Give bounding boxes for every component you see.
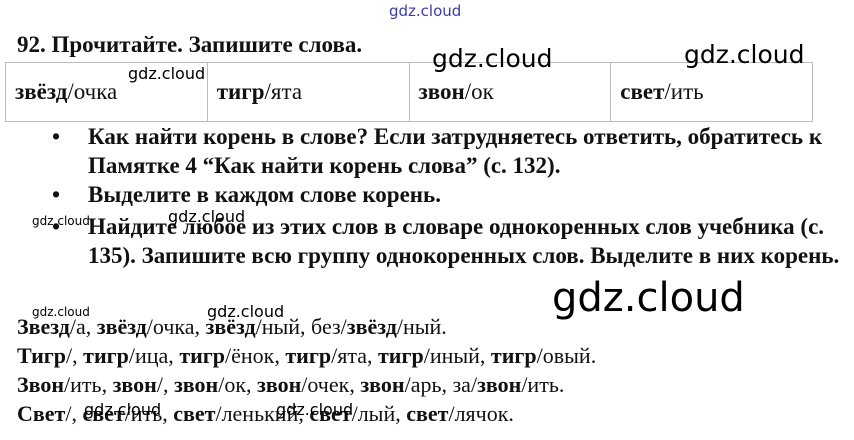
word-root: тигр — [216, 79, 265, 104]
word-cell: тигр/ята — [206, 62, 410, 122]
root-segment: звон — [173, 372, 219, 397]
word-root: звёзд — [15, 79, 68, 104]
word-segment: /ёнок, — [225, 343, 286, 368]
word-segment: /ок, — [218, 372, 258, 397]
watermark: gdz.cloud — [276, 400, 354, 419]
word-segment: /, — [65, 401, 83, 426]
answer-line: Тигр/, тигр/ица, тигр/ёнок, тигр/ята, ти… — [17, 341, 847, 370]
root-segment: свет — [406, 401, 449, 426]
task-list: Как найти корень в слове? Если затрудняе… — [52, 122, 852, 270]
answer-line: Звон/ить, звон/, звон/ок, звон/очек, зво… — [17, 370, 847, 399]
watermark: gdz.cloud — [389, 2, 462, 20]
word-rest: /ок — [464, 79, 494, 104]
word-segment: /ить, — [64, 372, 113, 397]
root-segment: звёзд — [346, 314, 397, 339]
word-segment: /овый. — [536, 343, 597, 368]
word-cell: свет/ить — [610, 62, 813, 122]
root-segment: тигр — [377, 343, 424, 368]
root-segment: свет — [173, 401, 216, 426]
word-segment: /ный. — [396, 314, 447, 339]
watermark: gdz.cloud — [84, 400, 162, 419]
watermark: gdz.cloud — [168, 207, 246, 226]
watermark: gdz.cloud — [552, 275, 745, 321]
task-item: Выделите в каждом слове корень. — [52, 180, 852, 209]
root-segment: звёзд — [96, 314, 147, 339]
word-root: звон — [418, 79, 465, 104]
watermark: gdz.cloud — [128, 64, 206, 83]
root-segment: звон — [112, 372, 157, 397]
word-segment: /очек, — [301, 372, 361, 397]
word-segment: /лый, — [351, 401, 407, 426]
word-segment: /, — [156, 372, 174, 397]
root-segment: Звон — [17, 372, 65, 397]
word-root: свет — [620, 79, 665, 104]
watermark: gdz.cloud — [432, 44, 553, 73]
root-segment: тигр — [490, 343, 537, 368]
word-segment: /ята, — [331, 343, 378, 368]
task-item: Как найти корень в слове? Если затрудняе… — [52, 122, 852, 180]
root-segment: Тигр — [17, 343, 67, 368]
watermark: gdz.cloud — [207, 302, 285, 321]
watermark: gdz.cloud — [684, 40, 805, 69]
word-rest: /ята — [264, 79, 303, 104]
root-segment: звон — [360, 372, 405, 397]
word-segment: /ица, — [128, 343, 180, 368]
watermark: gdz.cloud — [32, 305, 90, 319]
root-segment: звон — [257, 372, 302, 397]
root-segment: звон — [477, 372, 522, 397]
word-segment: /ить. — [521, 372, 565, 397]
word-rest: /очка — [67, 79, 118, 104]
word-segment: /арь, за/ — [404, 372, 478, 397]
word-rest: /ить — [664, 79, 704, 104]
watermark: gdz.cloud — [32, 214, 90, 228]
exercise-title: 92. Прочитайте. Запишите слова. — [17, 32, 363, 57]
root-segment: тигр — [83, 343, 129, 368]
word-segment: /, — [66, 343, 84, 368]
root-segment: Свет — [17, 401, 66, 426]
word-segment: /лячок. — [448, 401, 514, 426]
root-segment: тигр — [285, 343, 332, 368]
words-table: звёзд/очка тигр/ята звон/ок свет/ить — [5, 62, 813, 122]
word-segment: /очка, — [146, 314, 206, 339]
root-segment: тигр — [179, 343, 226, 368]
word-segment: /иный, — [423, 343, 491, 368]
words-row: звёзд/очка тигр/ята звон/ок свет/ить — [5, 62, 813, 122]
